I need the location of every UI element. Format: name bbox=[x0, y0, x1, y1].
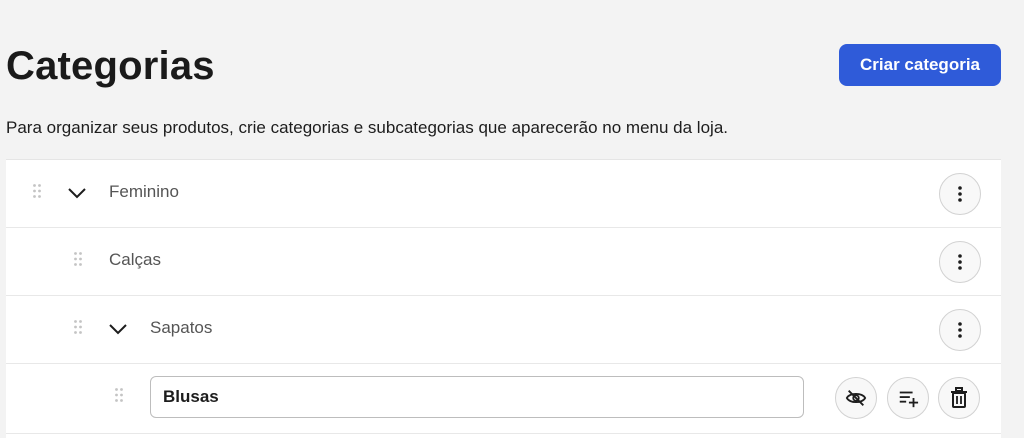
drag-handle-icon[interactable] bbox=[114, 387, 124, 403]
chevron-down-icon[interactable] bbox=[107, 318, 129, 340]
chevron-down-icon[interactable] bbox=[66, 182, 88, 204]
category-label: Feminino bbox=[109, 182, 179, 201]
category-name-input[interactable] bbox=[150, 376, 804, 418]
category-label: Calças bbox=[109, 250, 161, 269]
category-row-feminino: Feminino bbox=[6, 160, 1001, 228]
drag-handle-icon[interactable] bbox=[73, 251, 83, 267]
add-subcategory-button[interactable] bbox=[887, 377, 929, 419]
more-options-button[interactable] bbox=[939, 173, 981, 215]
page-description: Para organizar seus produtos, crie categ… bbox=[6, 118, 728, 137]
trash-icon bbox=[951, 387, 967, 408]
eye-off-icon bbox=[845, 390, 867, 406]
drag-handle-icon[interactable] bbox=[32, 183, 42, 199]
category-row-sapatos: Sapatos bbox=[6, 296, 1001, 364]
category-row-calcas: Calças bbox=[6, 228, 1001, 296]
create-category-button[interactable]: Criar categoria bbox=[839, 44, 1001, 86]
category-row-editing bbox=[6, 364, 1001, 434]
drag-handle-icon[interactable] bbox=[73, 319, 83, 335]
category-list: Feminino Calças Sapatos bbox=[6, 159, 1001, 438]
page-title: Categorias bbox=[6, 44, 215, 88]
more-vertical-icon bbox=[958, 186, 962, 202]
add-subcategory-icon bbox=[899, 391, 919, 408]
category-label: Sapatos bbox=[150, 318, 213, 337]
more-vertical-icon bbox=[958, 322, 962, 338]
more-vertical-icon bbox=[958, 254, 962, 270]
more-options-button[interactable] bbox=[939, 309, 981, 351]
delete-button[interactable] bbox=[938, 377, 980, 419]
more-options-button[interactable] bbox=[939, 241, 981, 283]
toggle-visibility-button[interactable] bbox=[835, 377, 877, 419]
